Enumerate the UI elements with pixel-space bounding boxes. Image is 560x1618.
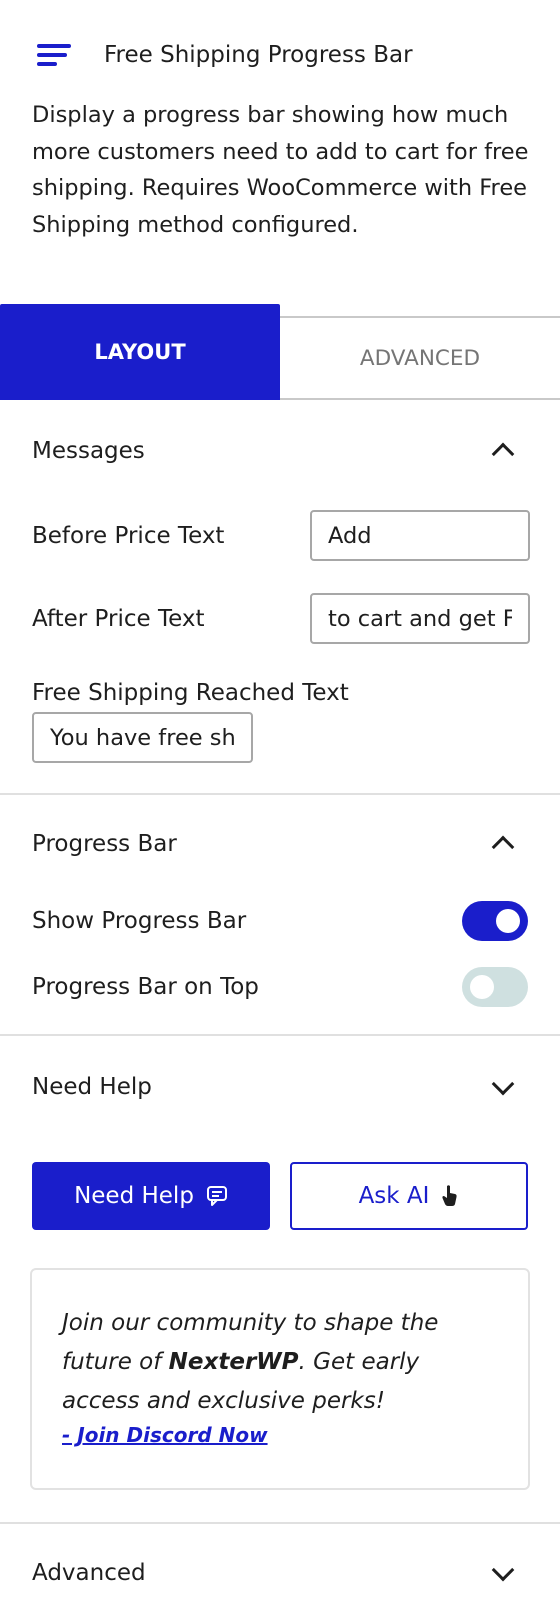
ask-ai-button-label: Ask AI [358, 1183, 430, 1209]
chevron-up-icon[interactable] [491, 442, 515, 466]
menu-lines-icon [37, 44, 73, 68]
progress-bar-top-label: Progress Bar on Top [32, 974, 259, 1000]
divider [0, 1522, 560, 1524]
toggle-knob [496, 909, 520, 933]
need-help-button-label: Need Help [74, 1183, 194, 1209]
block-description: Display a progress bar showing how much … [32, 102, 529, 238]
join-discord-link[interactable]: - Join Discord Now [62, 1423, 498, 1447]
before-price-input[interactable] [310, 510, 530, 561]
after-price-label: After Price Text [32, 606, 205, 632]
chevron-up-icon[interactable] [491, 835, 515, 859]
brand-name: NexterWP [168, 1349, 299, 1375]
ask-ai-button[interactable]: Ask AI [290, 1162, 528, 1230]
community-text: Join our community to shape the future o… [62, 1310, 439, 1414]
before-price-label: Before Price Text [32, 523, 225, 549]
progress-bar-top-toggle[interactable] [462, 967, 528, 1007]
chevron-down-icon[interactable] [491, 1558, 515, 1582]
tab-advanced[interactable]: ADVANCED [280, 316, 560, 400]
need-help-button[interactable]: Need Help [32, 1162, 270, 1230]
pointer-hand-icon [442, 1185, 458, 1206]
chat-bubble-icon [206, 1186, 227, 1206]
divider [0, 1034, 560, 1036]
show-progress-bar-toggle[interactable] [462, 901, 528, 941]
panel-title-advanced[interactable]: Advanced [32, 1560, 146, 1586]
community-card: Join our community to shape the future o… [30, 1268, 530, 1490]
shipping-reached-input[interactable] [32, 712, 253, 763]
block-header: Free Shipping Progress Bar [0, 0, 560, 110]
shipping-reached-label: Free Shipping Reached Text [32, 680, 349, 706]
panel-title-need-help[interactable]: Need Help [32, 1074, 152, 1100]
tab-bar: LAYOUT ADVANCED [0, 304, 560, 400]
divider [0, 793, 560, 795]
block-title: Free Shipping Progress Bar [104, 42, 413, 68]
panel-title-messages[interactable]: Messages [32, 438, 145, 464]
tab-layout[interactable]: LAYOUT [0, 304, 280, 400]
chevron-down-icon[interactable] [491, 1072, 515, 1096]
panel-title-progress-bar[interactable]: Progress Bar [32, 831, 177, 857]
toggle-knob [470, 975, 494, 999]
after-price-input[interactable] [310, 593, 530, 644]
show-progress-bar-label: Show Progress Bar [32, 908, 247, 934]
